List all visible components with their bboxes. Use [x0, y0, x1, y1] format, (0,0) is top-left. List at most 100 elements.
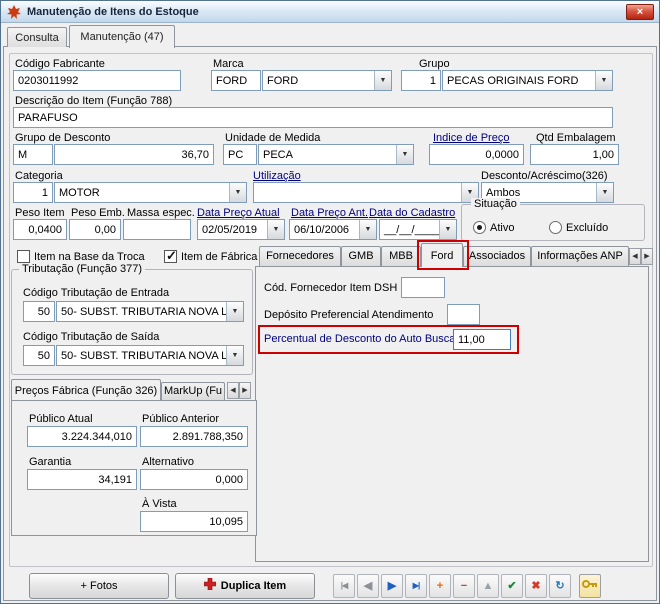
indice-preco-field[interactable]: 0,0000: [429, 144, 524, 165]
radio-ativo[interactable]: [473, 221, 486, 234]
data-preco-atual-select[interactable]: 02/05/2019 ▼: [197, 219, 285, 240]
alternativo-field[interactable]: 0,000: [140, 469, 248, 490]
marca-label: Marca: [213, 58, 244, 70]
nav-cancel-button[interactable]: ✖: [525, 574, 547, 598]
radio-excluido[interactable]: [549, 221, 562, 234]
nav-insert-button[interactable]: +: [429, 574, 451, 598]
descricao-label: Descrição do Item (Função 788): [15, 95, 173, 107]
nav-first-button[interactable]: |◀: [333, 574, 355, 598]
alternativo-label: Alternativo: [142, 456, 194, 468]
chevron-down-icon[interactable]: ▼: [359, 220, 376, 239]
grupo-select-value: PECAS ORIGINAIS FORD: [447, 75, 579, 87]
nav-delete-button[interactable]: −: [453, 574, 475, 598]
key-icon: [582, 580, 597, 588]
unidade-medida-label: Unidade de Medida: [225, 132, 321, 144]
tab-precos-fabrica[interactable]: Preços Fábrica (Função 326): [11, 379, 161, 400]
tributacao-entrada-code-field[interactable]: 50: [23, 301, 55, 322]
percentual-desconto-field[interactable]: 11,00: [453, 329, 511, 350]
tab-ford[interactable]: Ford: [421, 243, 463, 267]
scroll-left-icon[interactable]: ◀: [629, 248, 641, 265]
publico-anterior-field[interactable]: 2.891.788,350: [140, 426, 248, 447]
tab-associados[interactable]: Associados: [463, 246, 531, 266]
garantia-field[interactable]: 34,191: [27, 469, 137, 490]
grupo-select[interactable]: PECAS ORIGINAIS FORD ▼: [442, 70, 613, 91]
radio-excluido-label[interactable]: Excluído: [566, 222, 608, 234]
checkbox-item-fabrica-label[interactable]: Item de Fábrica: [181, 251, 257, 263]
peso-emb-field[interactable]: 0,00: [69, 219, 121, 240]
unidade-medida-select-value: PECA: [263, 149, 293, 161]
chevron-down-icon[interactable]: ▼: [229, 183, 246, 202]
grupo-desconto-code-field[interactable]: M: [13, 144, 53, 165]
duplica-item-button[interactable]: Duplica Item: [175, 573, 315, 599]
tab-mbb[interactable]: MBB: [381, 246, 421, 266]
checkbox-item-fabrica[interactable]: [164, 248, 177, 264]
categoria-label: Categoria: [15, 170, 63, 182]
scroll-left-icon[interactable]: ◀: [227, 382, 239, 399]
data-preco-ant-label[interactable]: Data Preço Ant.: [291, 207, 368, 219]
chevron-down-icon[interactable]: ▼: [396, 145, 413, 164]
nav-post-button[interactable]: ✔: [501, 574, 523, 598]
key-button[interactable]: [579, 574, 601, 598]
data-cadastro-label[interactable]: Data do Cadastro: [369, 207, 455, 219]
tab-informacoes-anp[interactable]: Informações ANP: [531, 246, 629, 266]
marca-select[interactable]: FORD ▼: [262, 70, 392, 91]
chevron-down-icon[interactable]: ▼: [267, 220, 284, 239]
qtd-embalagem-field[interactable]: 1,00: [530, 144, 619, 165]
categoria-select[interactable]: MOTOR ▼: [54, 182, 247, 203]
data-cadastro-field[interactable]: __/__/____ ▼: [379, 219, 457, 240]
checkbox-item-base-troca[interactable]: [17, 250, 30, 263]
checkbox-item-base-troca-label[interactable]: Item na Base da Troca: [34, 251, 145, 263]
nav-refresh-button[interactable]: ↻: [549, 574, 571, 598]
peso-emb-label: Peso Emb.: [71, 207, 125, 219]
tab-markup[interactable]: MarkUp (Fu: [161, 382, 225, 400]
radio-ativo-label[interactable]: Ativo: [490, 222, 514, 234]
grupo-code-field[interactable]: 1: [401, 70, 441, 91]
unidade-medida-code-field[interactable]: PC: [223, 144, 257, 165]
app-icon: [7, 4, 21, 19]
chevron-down-icon[interactable]: ▼: [439, 220, 456, 239]
chevron-down-icon[interactable]: ▼: [374, 71, 391, 90]
data-preco-atual-label[interactable]: Data Preço Atual: [197, 207, 280, 219]
chevron-down-icon[interactable]: ▼: [595, 71, 612, 90]
tributacao-saida-code-field[interactable]: 50: [23, 345, 55, 366]
tab-manutencao[interactable]: Manutenção (47): [69, 25, 175, 48]
scroll-right-icon[interactable]: ▶: [641, 248, 653, 265]
utilizacao-label[interactable]: Utilização: [253, 170, 301, 182]
categoria-code-field[interactable]: 1: [13, 182, 53, 203]
codigo-fabricante-field[interactable]: 0203011992: [13, 70, 181, 91]
nav-next-button[interactable]: ▶: [381, 574, 403, 598]
data-preco-ant-select[interactable]: 06/10/2006 ▼: [289, 219, 377, 240]
utilizacao-select[interactable]: ▼: [253, 182, 479, 203]
nav-last-button[interactable]: ▶|: [405, 574, 427, 598]
scroll-right-icon[interactable]: ▶: [239, 382, 251, 399]
close-button[interactable]: ×: [626, 4, 654, 20]
tributacao-saida-select[interactable]: 50- SUBST. TRIBUTARIA NOVA LE ▼: [56, 345, 244, 366]
indice-preco-label[interactable]: Indice de Preço: [433, 132, 509, 144]
chevron-down-icon[interactable]: ▼: [226, 346, 243, 365]
fotos-button[interactable]: + Fotos: [29, 573, 169, 599]
deposito-preferencial-field[interactable]: [447, 304, 480, 325]
tab-gmb[interactable]: GMB: [341, 246, 381, 266]
massa-espec-field[interactable]: [123, 219, 191, 240]
tab-consulta[interactable]: Consulta: [7, 27, 67, 47]
marca-code-field[interactable]: FORD: [211, 70, 261, 91]
peso-item-field[interactable]: 0,0400: [13, 219, 67, 240]
db-navigator: |◀ ◀ ▶ ▶| + − ▲ ✔ ✖ ↻: [333, 574, 571, 598]
grupo-desconto-label: Grupo de Desconto: [15, 132, 111, 144]
chevron-down-icon[interactable]: ▼: [226, 302, 243, 321]
peso-item-label: Peso Item: [15, 207, 65, 219]
tab-fornecedores[interactable]: Fornecedores: [259, 246, 341, 266]
tributacao-entrada-select[interactable]: 50- SUBST. TRIBUTARIA NOVA LE ▼: [56, 301, 244, 322]
red-cross-icon: [203, 575, 217, 599]
detail-tabs-scroll: ◀ ▶: [629, 248, 653, 265]
deposito-preferencial-label: Depósito Preferencial Atendimento: [264, 309, 434, 321]
descricao-field[interactable]: PARAFUSO: [13, 107, 613, 128]
nav-prior-button[interactable]: ◀: [357, 574, 379, 598]
chevron-down-icon[interactable]: ▼: [596, 183, 613, 202]
grupo-desconto-value-field[interactable]: 36,70: [54, 144, 214, 165]
nav-edit-button[interactable]: ▲: [477, 574, 499, 598]
unidade-medida-select[interactable]: PECA ▼: [258, 144, 414, 165]
a-vista-field[interactable]: 10,095: [140, 511, 248, 532]
publico-atual-field[interactable]: 3.224.344,010: [27, 426, 137, 447]
cod-fornecedor-dsh-field[interactable]: [401, 277, 445, 298]
